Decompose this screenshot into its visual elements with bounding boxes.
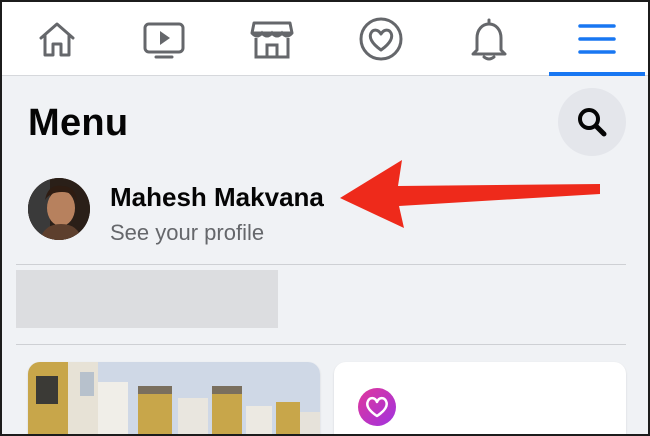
page-title: Menu — [28, 102, 129, 144]
nav-marketplace[interactable] — [227, 2, 317, 76]
nav-watch[interactable] — [119, 2, 209, 76]
photo-card[interactable] — [28, 362, 320, 434]
avatar[interactable] — [28, 178, 90, 240]
search-icon — [578, 108, 607, 137]
active-tab-indicator — [549, 72, 645, 76]
nav-menu[interactable] — [549, 2, 645, 76]
search-button[interactable] — [558, 88, 626, 156]
see-profile-link[interactable]: See your profile — [110, 220, 264, 246]
divider — [16, 344, 626, 345]
nav-home[interactable] — [12, 2, 102, 76]
store-icon — [250, 21, 294, 59]
app-window: Menu Mahesh Makvana See your profile — [0, 0, 650, 436]
dating-icon — [358, 388, 396, 426]
video-icon — [143, 22, 185, 59]
profile-name[interactable]: Mahesh Makvana — [110, 182, 324, 213]
dating-card[interactable] — [334, 362, 626, 434]
heart-icon — [359, 17, 403, 61]
bell-icon — [471, 18, 507, 61]
home-icon — [39, 22, 75, 57]
divider — [16, 264, 626, 265]
nav-notifications[interactable] — [444, 2, 534, 76]
buildings-photo — [28, 362, 320, 434]
profile-row[interactable]: Mahesh Makvana See your profile — [28, 178, 628, 246]
top-nav-bar — [2, 2, 648, 76]
nav-dating[interactable] — [336, 2, 426, 76]
hamburger-icon — [578, 24, 616, 54]
redacted-block — [16, 270, 278, 328]
